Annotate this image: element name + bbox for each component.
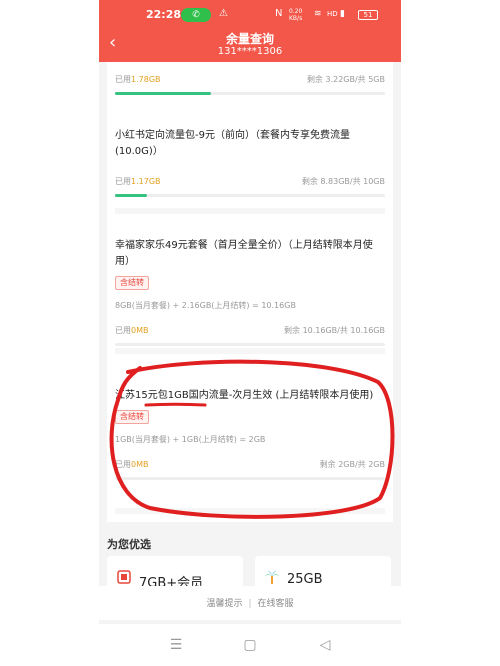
usage-row: 已用0MB 剩余 10.16GB/共 10.16GB: [115, 325, 385, 337]
back-icon[interactable]: ◁: [318, 638, 332, 652]
status-time: 22:28: [146, 8, 182, 21]
warning-icon: ⚠: [219, 8, 228, 19]
menu-icon[interactable]: ☰: [169, 638, 183, 652]
recommend-item-label: 25GB: [287, 572, 323, 587]
usage-progress-bar: [115, 477, 385, 480]
usage-row: 已用1.17GB 剩余 8.83GB/共 10GB: [115, 176, 385, 188]
data-speed: 0.20 KB/s: [289, 8, 303, 22]
recommend-title: 为您优选: [107, 538, 151, 551]
footer-separator: |: [248, 599, 252, 609]
system-nav-bar: ☰ ▢ ◁: [99, 624, 401, 666]
used-text: 已用0MB: [115, 460, 149, 469]
status-bar: 22:28 ✆ ⚠ N 0.20 KB/s ≋ HD ▮ 51: [99, 0, 401, 26]
remain-text: 剩余 3.22GB/共 5GB: [306, 75, 385, 84]
gift-icon: [117, 570, 131, 584]
recommend-item-25gb[interactable]: 25GB: [255, 556, 391, 590]
carryover-tag: 含结转: [115, 410, 149, 424]
nfc-icon: N: [275, 8, 283, 19]
package-title: 幸福家家乐49元套餐（首月全量全价）（上月结转限本月使用）: [115, 240, 373, 267]
package-calculation: 8GB(当月套餐) + 2.16GB(上月结转) = 10.16GB: [115, 301, 296, 310]
signal-icon: ▮: [340, 9, 345, 19]
usage-row: 已用1.78GB 剩余 3.22GB/共 5GB: [115, 74, 385, 86]
usage-progress-bar: [115, 343, 385, 346]
usage-row: 已用0MB 剩余 2GB/共 2GB: [115, 459, 385, 471]
page-title: 余量查询: [225, 32, 274, 46]
home-icon[interactable]: ▢: [243, 638, 257, 652]
remain-text: 剩余 10.16GB/共 10.16GB: [284, 326, 385, 335]
hd-badge: HD: [327, 10, 338, 18]
warm-tip-link[interactable]: 温馨提示: [206, 599, 242, 609]
usage-progress-fill: [115, 92, 212, 95]
phone-icon[interactable]: ✆: [181, 8, 211, 22]
phone-number: 131****1306: [217, 46, 283, 57]
phone-screen: 22:28 ✆ ⚠ N 0.20 KB/s ≋ HD ▮ 51 ‹ 余量查询 1…: [99, 0, 401, 666]
content-area[interactable]: 已用1.78GB 剩余 3.22GB/共 5GB 小红书定向流量包-9元（前向）…: [99, 62, 401, 527]
used-text: 已用1.17GB: [115, 177, 161, 186]
package-item: 已用1.78GB 剩余 3.22GB/共 5GB: [115, 68, 385, 100]
usage-progress-bar: [115, 194, 385, 197]
battery-icon: 51: [358, 10, 378, 20]
remain-text: 剩余 8.83GB/共 10GB: [301, 177, 385, 186]
usage-progress-bar: [115, 92, 385, 95]
footer: 温馨提示 | 在线客服: [99, 586, 401, 620]
recommend-item-7gb[interactable]: 7GB+会员: [107, 556, 243, 591]
online-service-link[interactable]: 在线客服: [258, 599, 294, 609]
package-title: 江苏15元包1GB国内流量-次月生效 (上月结转限本月使用): [115, 390, 374, 401]
used-text: 已用1.78GB: [115, 75, 161, 84]
package-list-card: 已用1.78GB 剩余 3.22GB/共 5GB 小红书定向流量包-9元（前向）…: [107, 62, 393, 522]
package-item: 江苏15元包1GB国内流量-次月生效 (上月结转限本月使用) 含结转 1GB(当…: [115, 384, 385, 514]
remain-text: 剩余 2GB/共 2GB: [319, 460, 385, 469]
footer-links: 温馨提示 | 在线客服: [99, 596, 401, 609]
top-header: 22:28 ✆ ⚠ N 0.20 KB/s ≋ HD ▮ 51 ‹ 余量查询 1…: [99, 0, 401, 62]
palm-tree-icon: [265, 571, 279, 584]
carryover-tag: 含结转: [115, 276, 149, 290]
package-title: 小红书定向流量包-9元（前向）（套餐内专享免费流量(10.0G)）: [115, 130, 350, 157]
package-item: 幸福家家乐49元套餐（首月全量全价）（上月结转限本月使用） 含结转 8GB(当月…: [115, 234, 385, 354]
package-item: 小红书定向流量包-9元（前向）（套餐内专享免费流量(10.0G)） 已用1.17…: [115, 124, 385, 214]
used-text: 已用0MB: [115, 326, 149, 335]
package-calculation: 1GB(当月套餐) + 1GB(上月结转) = 2GB: [115, 435, 266, 444]
wifi-icon: ≋: [314, 9, 322, 19]
usage-progress-fill: [115, 194, 147, 197]
